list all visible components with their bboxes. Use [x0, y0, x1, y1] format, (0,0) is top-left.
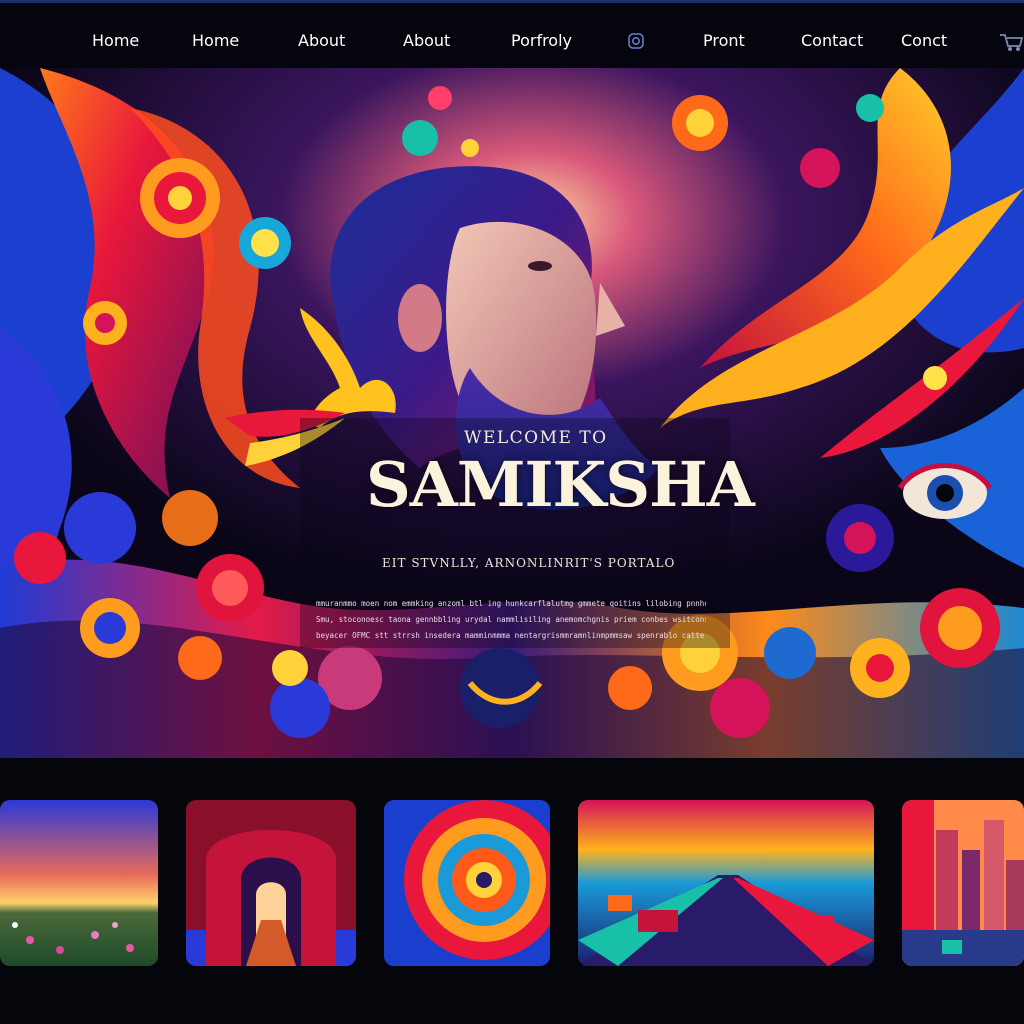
nav-print[interactable]: Pront	[703, 31, 745, 50]
gallery-thumb-sunset-meadow[interactable]	[0, 800, 158, 966]
nav-about-2[interactable]: About	[403, 31, 450, 50]
hero-artwork	[0, 68, 1024, 758]
nav-portfolio[interactable]: Porfroly	[511, 31, 572, 50]
nav-contact[interactable]: Contact	[801, 31, 863, 50]
gallery-thumb-city-skyline[interactable]	[902, 800, 1024, 966]
instagram-icon[interactable]	[627, 32, 645, 50]
top-navigation: Home Home About About Porfroly Pront Con…	[0, 0, 1024, 78]
gallery-thumb-neon-highway[interactable]	[578, 800, 874, 966]
nav-about[interactable]: About	[298, 31, 345, 50]
hero-banner: Welcome to SAMIKSHA Eit Stvnlly, Arnonli…	[0, 68, 1024, 758]
gallery-thumb-color-swirl[interactable]	[384, 800, 550, 966]
nav-home[interactable]: Home	[92, 31, 139, 50]
cart-icon[interactable]	[998, 31, 1024, 53]
gallery-thumb-red-archway[interactable]	[186, 800, 356, 966]
nav-home-2[interactable]: Home	[192, 31, 239, 50]
nav-contact-2[interactable]: Conct	[901, 31, 947, 50]
